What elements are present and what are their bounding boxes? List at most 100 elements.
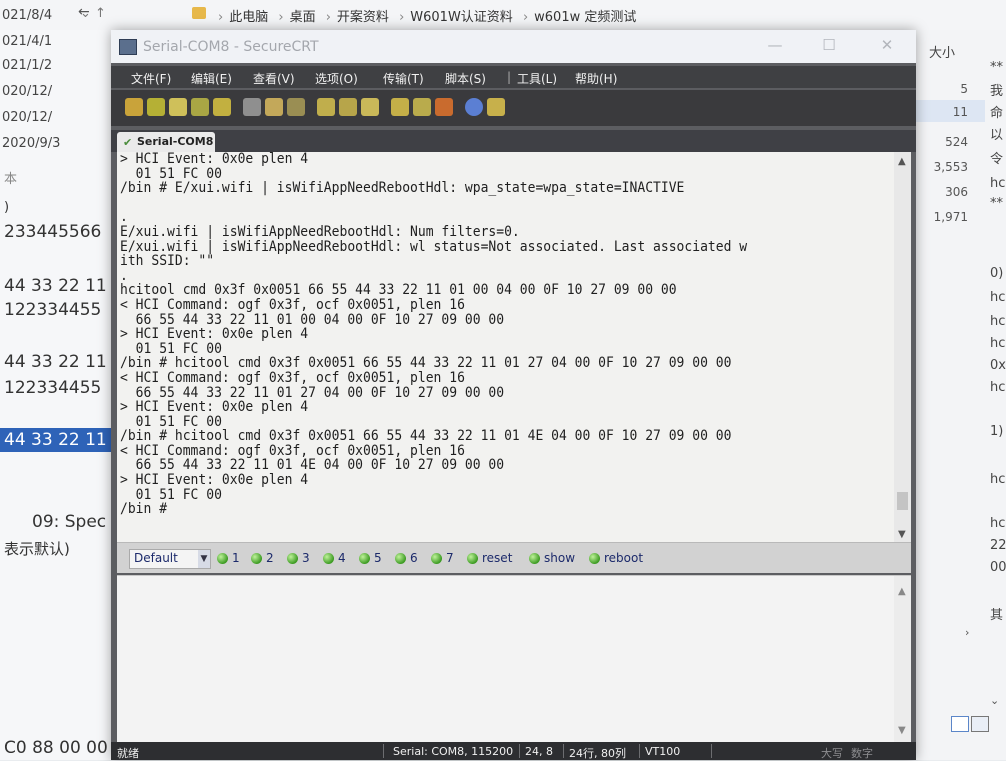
about-icon[interactable] <box>487 98 505 116</box>
date-cell: 020/12/ <box>2 84 53 99</box>
connect-tab-icon[interactable] <box>169 98 187 116</box>
chevron-right-icon[interactable]: › <box>965 626 969 639</box>
scroll-up-icon[interactable]: ▲ <box>898 586 906 597</box>
status-divider <box>711 744 712 758</box>
tab-serial-com8[interactable]: ✔ Serial-COM8 <box>117 132 215 152</box>
button-bar-button-reset[interactable]: reset <box>467 549 512 567</box>
maximize-icon[interactable]: ☐ <box>815 36 843 56</box>
paste-icon[interactable] <box>265 98 283 116</box>
menu-file[interactable]: 文件(F) <box>131 70 171 87</box>
button-bar-button-show[interactable]: show <box>529 549 575 567</box>
quick-connect-icon[interactable] <box>147 98 165 116</box>
scroll-up-icon[interactable]: ▲ <box>898 156 906 167</box>
menu-transfer[interactable]: 传输(T) <box>383 70 424 87</box>
securecrt-app-icon <box>119 39 137 55</box>
bg-text-selected[interactable]: 44 33 22 11 <box>0 428 111 452</box>
keymap-icon[interactable] <box>435 98 453 116</box>
button-label: 2 <box>266 551 274 565</box>
print-setup-icon[interactable] <box>361 98 379 116</box>
breadcrumb-item[interactable]: 开案资料 <box>337 10 389 25</box>
green-dot-icon <box>217 552 228 564</box>
disconnect-icon[interactable] <box>213 98 231 116</box>
button-label: show <box>544 551 576 565</box>
explorer-right-pane: 大小 5 11 524 3,553 306 1,971 ** 我 命 以 令 h… <box>915 30 1006 760</box>
bg-fragment: 其 <box>990 608 1004 623</box>
breadcrumb-item[interactable]: 此电脑 <box>229 10 268 25</box>
help-icon[interactable] <box>465 98 483 116</box>
status-caps: 大写 <box>821 747 843 760</box>
status-bar: 就绪 Serial: COM8, 115200 24, 8 24行, 80列 V… <box>111 742 916 760</box>
menu-tools[interactable]: 工具(L) <box>517 70 557 87</box>
menu-view[interactable]: 查看(V) <box>253 70 295 87</box>
menu-script[interactable]: 脚本(S) <box>445 70 486 87</box>
size-column-header[interactable]: 大小 <box>929 42 955 61</box>
close-icon[interactable]: ✕ <box>873 36 901 56</box>
print-selection-icon[interactable] <box>339 98 357 116</box>
chevron-down-icon[interactable]: ⌄ <box>990 694 999 707</box>
button-bar-button-1[interactable]: 1 <box>217 549 240 567</box>
button-bar-button-4[interactable]: 4 <box>323 549 346 567</box>
status-size: 24行, 80列 <box>569 747 626 760</box>
scroll-down-icon[interactable]: ▼ <box>898 529 906 540</box>
button-bar-button-5[interactable]: 5 <box>359 549 382 567</box>
size-cell: 524 <box>945 135 968 149</box>
bg-fragment: hc <box>990 380 1006 395</box>
terminal-scrollbar[interactable]: ▲ ▼ <box>894 152 911 544</box>
button-label: reset <box>482 551 513 565</box>
bg-fragment: 我 <box>990 84 1004 99</box>
bg-fragment: ** <box>990 196 1003 211</box>
scroll-down-icon[interactable]: ▼ <box>898 725 906 736</box>
menu-options[interactable]: 选项(O) <box>315 70 358 87</box>
folder-icon <box>192 7 206 19</box>
details-view-icon[interactable] <box>951 716 969 732</box>
button-bar-button-3[interactable]: 3 <box>287 549 310 567</box>
button-label: 5 <box>374 551 382 565</box>
breadcrumb-item[interactable]: W601W认证资料 <box>410 10 513 25</box>
scroll-thumb[interactable] <box>897 492 908 510</box>
title-bar[interactable]: Serial-COM8 - SecureCRT — ☐ ✕ <box>111 30 916 63</box>
global-options-icon[interactable] <box>413 98 431 116</box>
menu-edit[interactable]: 编辑(E) <box>191 70 232 87</box>
bg-text: 44 33 22 11 <box>4 276 107 296</box>
window-title: Serial-COM8 - SecureCRT <box>143 39 319 55</box>
size-cell: 5 <box>960 82 968 96</box>
command-window-scrollbar[interactable]: ▲ ▼ <box>894 576 911 742</box>
print-icon[interactable] <box>317 98 335 116</box>
terminal-text: > HCI Event: 0x0e plen 4 01 51 FC 00 /bi… <box>120 152 748 518</box>
button-bar-button-reboot[interactable]: reboot <box>589 549 643 567</box>
status-divider <box>639 744 640 758</box>
bg-text: ) <box>4 200 10 215</box>
copy-icon[interactable] <box>243 98 261 116</box>
chevron-down-icon[interactable]: ▼ <box>198 550 210 568</box>
menu-separator: | <box>507 70 512 84</box>
bg-text: 122334455 <box>4 378 102 398</box>
button-bar-button-2[interactable]: 2 <box>251 549 274 567</box>
connect-icon[interactable] <box>125 98 143 116</box>
status-connection: Serial: COM8, 115200 <box>393 745 514 758</box>
breadcrumb: › 此电脑 › 桌面 › 开案资料 › W601W认证资料 › w601w 定频测试 <box>218 10 637 25</box>
date-cell: 021/4/1 <box>2 34 53 49</box>
terminal-output[interactable]: > HCI Event: 0x0e plen 4 01 51 FC 00 /bi… <box>117 152 911 544</box>
menu-help[interactable]: 帮助(H) <box>575 70 617 87</box>
find-icon[interactable] <box>287 98 305 116</box>
breadcrumb-item[interactable]: w601w 定频测试 <box>534 10 636 25</box>
large-icons-view-icon[interactable] <box>971 716 989 732</box>
minimize-icon[interactable]: — <box>761 36 789 56</box>
breadcrumb-item[interactable]: 桌面 <box>290 10 316 25</box>
bg-text: 表示默认) <box>4 540 70 558</box>
button-bar-select[interactable]: Default ▼ <box>129 549 211 569</box>
status-cursor: 24, 8 <box>525 745 553 758</box>
bg-fragment: 1) <box>990 424 1004 439</box>
command-window-input[interactable]: ▲ ▼ <box>117 575 911 742</box>
reconnect-icon[interactable] <box>191 98 209 116</box>
bg-fragment: hc <box>990 176 1006 191</box>
back-arrow-icon[interactable]: ← <box>78 4 90 20</box>
menu-bar: 文件(F) 编辑(E) 查看(V) 选项(O) 传输(T) 脚本(S) | 工具… <box>111 66 916 88</box>
button-bar-button-6[interactable]: 6 <box>395 549 418 567</box>
button-bar-button-7[interactable]: 7 <box>431 549 454 567</box>
green-dot-icon <box>251 552 262 564</box>
button-bar: Default ▼ 1 2 3 4 5 6 7 reset show reboo… <box>117 542 911 573</box>
session-options-icon[interactable] <box>391 98 409 116</box>
row-highlight <box>915 100 985 122</box>
button-label: 3 <box>302 551 310 565</box>
